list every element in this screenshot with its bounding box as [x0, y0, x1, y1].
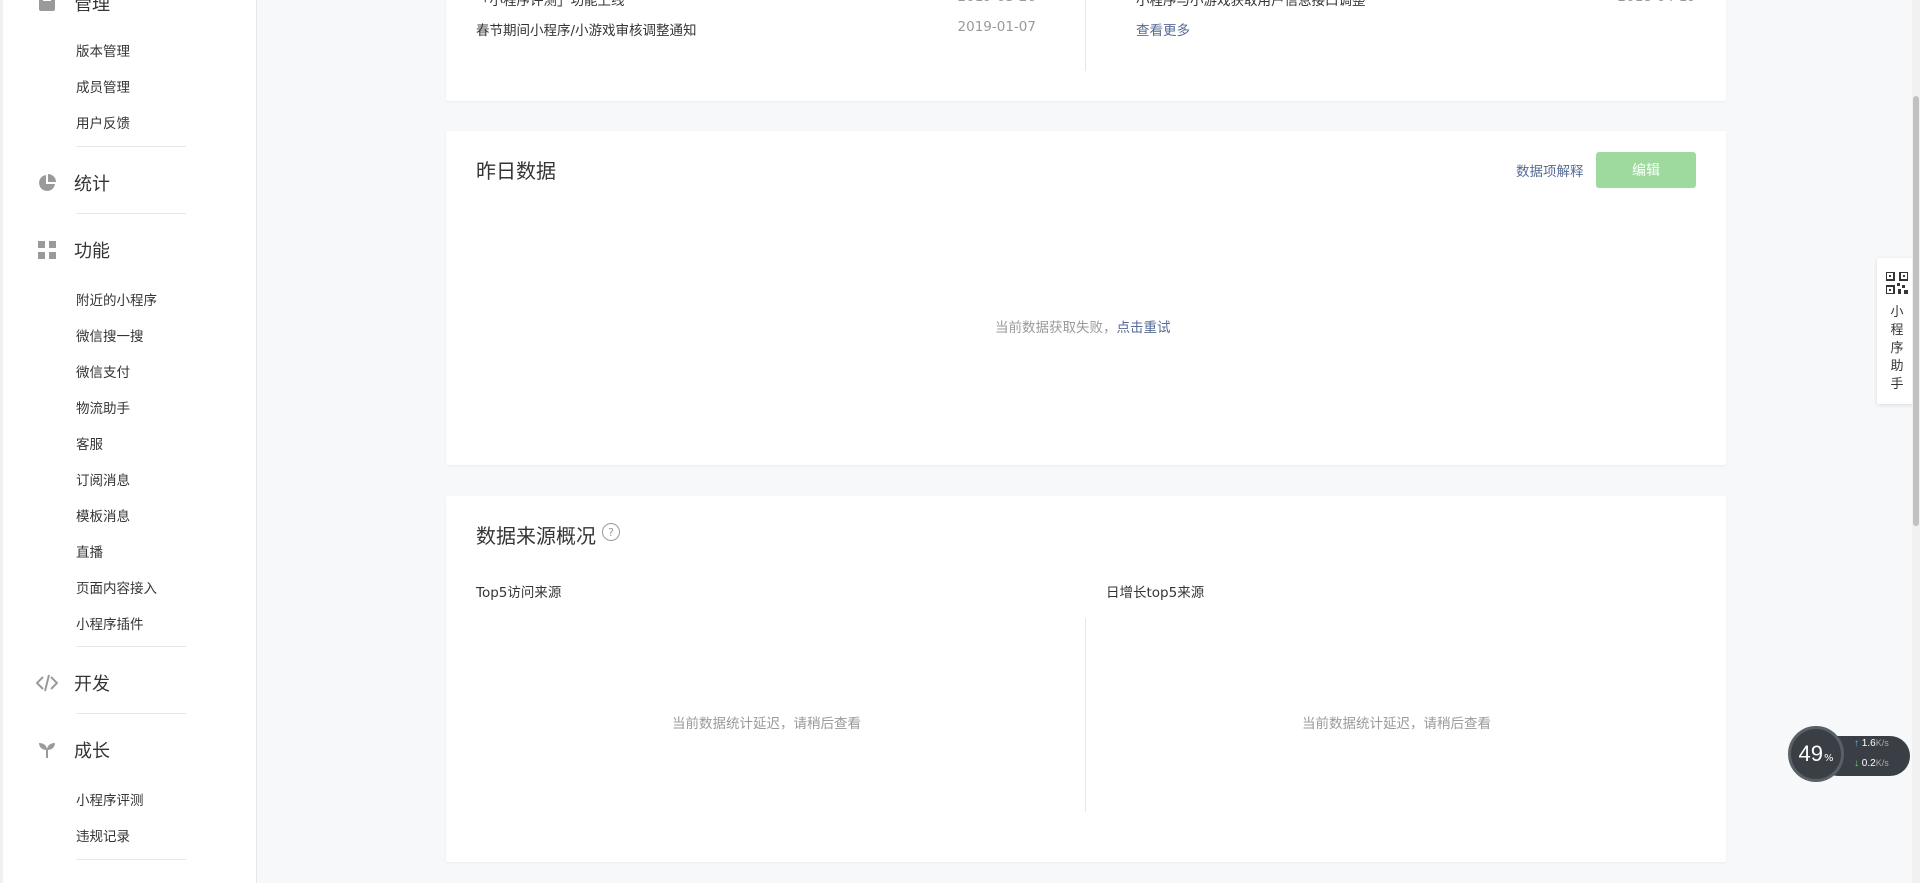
data-source-title: 数据来源概况	[476, 524, 596, 548]
upload-value: 1.6	[1861, 738, 1876, 749]
grid-icon	[36, 239, 58, 261]
sidebar-divider	[76, 146, 186, 147]
scrollbar-thumb[interactable]	[1913, 96, 1919, 526]
sidebar-item-logistics[interactable]: 物流助手	[76, 397, 130, 417]
sidebar-item-template[interactable]: 模板消息	[76, 505, 130, 525]
sidebar-item-pay[interactable]: 微信支付	[76, 361, 130, 381]
delay-message-left: 当前数据统计延迟，请稍后查看	[672, 716, 861, 732]
download-speed: ↓ 0.2K/s	[1854, 758, 1889, 769]
data-source-card	[446, 496, 1726, 862]
download-unit: K/s	[1875, 758, 1889, 768]
usage-percent: 49	[1798, 741, 1823, 766]
sidebar-item-members[interactable]: 成员管理	[76, 76, 130, 96]
mini-program-helper[interactable]: 小程序助手	[1877, 258, 1917, 404]
sidebar-item-live[interactable]: 直播	[76, 541, 103, 561]
helper-label: 小程序助手	[1890, 305, 1904, 392]
source-divider	[1085, 618, 1086, 812]
sidebar-item-feedback[interactable]: 用户反馈	[76, 112, 130, 132]
download-value: 0.2	[1861, 758, 1876, 769]
more-link[interactable]: 查看更多	[1136, 19, 1190, 39]
fetch-fail-message: 当前数据获取失败，点击重试	[995, 316, 1171, 336]
notice-item[interactable]: 小程序与小游戏获取用户信息接口调整	[1136, 0, 1366, 9]
growth-source-title: 日增长top5来源	[1106, 585, 1205, 601]
upload-speed: ↑ 1.6K/s	[1854, 738, 1889, 749]
notice-item[interactable]: 「小程序评测」功能上线	[476, 0, 625, 9]
fail-text: 当前数据获取失败，	[995, 320, 1117, 336]
sidebar-group-features[interactable]: 功能	[36, 237, 110, 263]
upload-arrow-icon: ↑	[1854, 738, 1859, 749]
code-icon	[36, 672, 58, 694]
sidebar-edge	[0, 0, 3, 883]
sidebar-group-label: 成长	[74, 741, 110, 762]
sidebar-divider	[76, 713, 186, 714]
sidebar-group-label: 统计	[74, 174, 110, 195]
sidebar-item-evaluation[interactable]: 小程序评测	[76, 789, 144, 809]
sidebar-divider	[76, 859, 186, 860]
sidebar: 管理 版本管理 成员管理 用户反馈 统计 功能 附近的小程序 微信搜一搜 微信支…	[0, 0, 257, 883]
notice-date: 2019-03-26	[906, 0, 1036, 5]
sidebar-divider	[76, 646, 186, 647]
sidebar-group-stats[interactable]: 统计	[36, 170, 110, 196]
download-arrow-icon: ↓	[1854, 758, 1859, 769]
network-speed-widget[interactable]: 49% ↑ 1.6K/s ↓ 0.2K/s	[1788, 726, 1910, 782]
sidebar-group-growth[interactable]: 成长	[36, 737, 110, 763]
manage-icon	[36, 0, 58, 14]
sidebar-item-plugin[interactable]: 小程序插件	[76, 613, 144, 633]
sidebar-item-service[interactable]: 客服	[76, 433, 103, 453]
yesterday-data-card	[446, 131, 1726, 465]
sidebar-group-label: 开发	[74, 674, 110, 695]
data-explain-link[interactable]: 数据项解释	[1516, 160, 1584, 180]
sidebar-item-violations[interactable]: 违规记录	[76, 825, 130, 845]
upload-unit: K/s	[1875, 738, 1889, 748]
sidebar-item-search[interactable]: 微信搜一搜	[76, 325, 144, 345]
sidebar-group-manage[interactable]: 管理	[36, 0, 110, 16]
yesterday-title: 昨日数据	[476, 159, 556, 183]
qr-code-icon	[1885, 271, 1909, 298]
sidebar-item-page-content[interactable]: 页面内容接入	[76, 577, 157, 597]
help-icon[interactable]: ?	[602, 523, 620, 541]
sprout-icon	[36, 739, 58, 761]
notice-item[interactable]: 春节期间小程序/小游戏审核调整通知	[476, 19, 697, 39]
notice-date: 2018-04-19	[1566, 0, 1696, 5]
sidebar-divider	[76, 213, 186, 214]
notice-date: 2019-01-07	[957, 19, 1036, 35]
pie-chart-icon	[36, 172, 58, 194]
sidebar-item-nearby[interactable]: 附近的小程序	[76, 289, 157, 309]
usage-percent-unit: %	[1823, 752, 1834, 764]
sidebar-group-label: 管理	[74, 0, 110, 15]
sidebar-group-label: 功能	[74, 241, 110, 262]
top5-source-title: Top5访问来源	[476, 585, 562, 601]
notices-card: 「小程序评测」功能上线 2019-03-26 春节期间小程序/小游戏审核调整通知…	[446, 0, 1726, 101]
sidebar-group-dev[interactable]: 开发	[36, 670, 110, 696]
usage-circle: 49%	[1788, 726, 1844, 782]
sidebar-item-version[interactable]: 版本管理	[76, 40, 130, 60]
delay-message-right: 当前数据统计延迟，请稍后查看	[1302, 716, 1491, 732]
notice-divider	[1085, 0, 1086, 71]
retry-link[interactable]: 点击重试	[1117, 320, 1171, 336]
sidebar-item-subscribe[interactable]: 订阅消息	[76, 469, 130, 489]
edit-button[interactable]: 编辑	[1596, 152, 1696, 188]
